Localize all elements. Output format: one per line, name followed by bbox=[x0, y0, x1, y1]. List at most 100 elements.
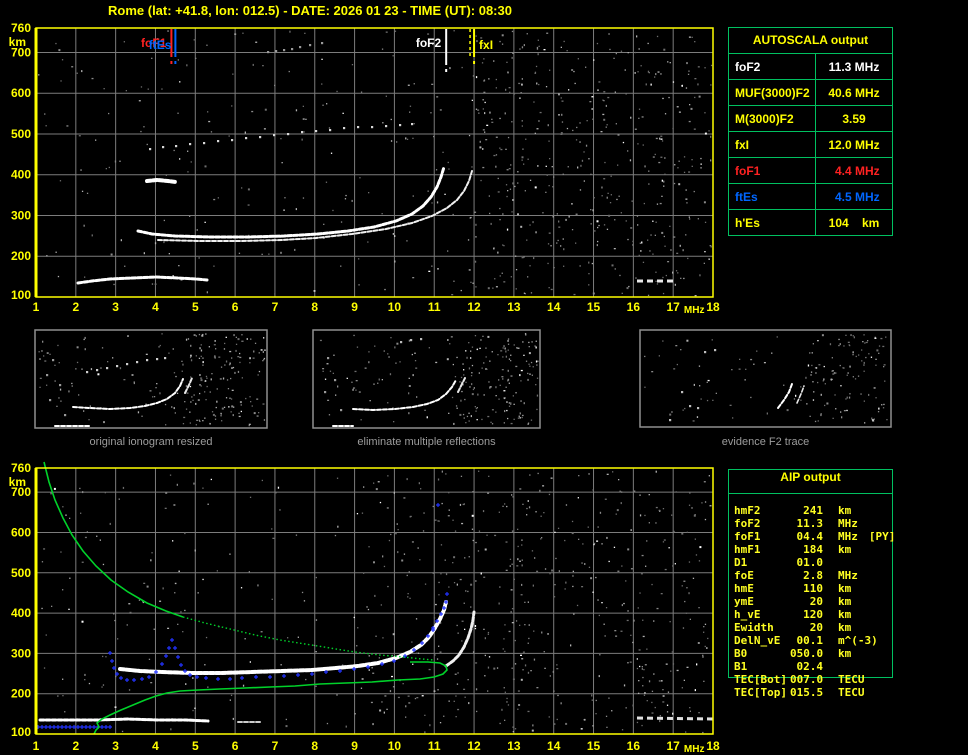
aip-val: 120 bbox=[803, 608, 823, 621]
marker-label-fxI: fxI bbox=[479, 38, 493, 52]
aip-unit bbox=[823, 556, 838, 569]
svg-text:300: 300 bbox=[11, 646, 31, 660]
aip-name: DelN_vE bbox=[734, 634, 781, 647]
svg-text:1: 1 bbox=[33, 739, 40, 753]
aip-name: h_vE bbox=[734, 608, 761, 621]
param-label: fxI bbox=[729, 132, 816, 157]
autoscala-screen: 1 2 3 4 5 6 7 8 9 10 11 12 13 14 15 16 17 18 MHz 760 700 600 5… bbox=[0, 0, 968, 755]
aip-row-hmF1: hmF1 184 km bbox=[734, 543, 904, 556]
svg-text:5: 5 bbox=[192, 739, 199, 753]
aip-name: D1 bbox=[734, 556, 748, 569]
aip-row-B1: B1 02.4 bbox=[734, 660, 904, 673]
aip-note: [PY] bbox=[868, 530, 896, 543]
y-axis-labels: 760700600500400300200100km bbox=[9, 461, 32, 739]
aip-unit: km bbox=[838, 543, 852, 556]
aip-unit: km bbox=[838, 504, 852, 517]
svg-text:5: 5 bbox=[192, 300, 199, 314]
aip-val: 20 bbox=[809, 621, 823, 634]
processing-panel-2 bbox=[639, 329, 892, 428]
svg-text:10: 10 bbox=[388, 739, 402, 753]
aip-row-TEC[Bot]: TEC[Bot] 007.0 TECU bbox=[734, 673, 904, 686]
svg-text:4: 4 bbox=[152, 739, 159, 753]
aip-val: 11.3 bbox=[796, 517, 824, 530]
aip-val: 02.4 bbox=[796, 660, 824, 673]
aip-unit: TECU bbox=[838, 686, 865, 699]
x-axis-labels: 1 2 3 4 5 6 7 8 9 10 11 12 13 14 15 16 17 18MHz bbox=[33, 739, 720, 755]
svg-text:18: 18 bbox=[706, 300, 720, 314]
caption-eliminate-reflections: eliminate multiple reflections bbox=[357, 436, 496, 448]
svg-text:16: 16 bbox=[627, 300, 641, 314]
autoscala-row-M(3000)F2: M(3000)F2 3.59 bbox=[729, 106, 892, 132]
autoscala-row-MUF(3000)F2: MUF(3000)F2 40.6 MHz bbox=[729, 80, 892, 106]
y-axis-labels: 760700600500400300200100km bbox=[9, 21, 32, 302]
top-ionogram: 1 2 3 4 5 6 7 8 9 10 11 12 13 14 15 16 17 18MHz7607006005… bbox=[9, 21, 720, 316]
svg-text:3: 3 bbox=[112, 739, 119, 753]
param-value: 104 km bbox=[828, 215, 880, 230]
aip-unit: km bbox=[838, 621, 852, 634]
param-label: ftEs bbox=[729, 184, 816, 209]
frequency-markers: foF1ftEs foF2 fxI bbox=[141, 29, 493, 72]
aip-row-foF1: foF1 04.4 MHz [PY] bbox=[734, 530, 904, 543]
aip-name: TEC[Top] bbox=[734, 686, 787, 699]
aip-row-ymE: ymE 20 km bbox=[734, 595, 904, 608]
svg-text:4: 4 bbox=[152, 300, 159, 314]
svg-text:13: 13 bbox=[507, 739, 521, 753]
caption-original-ionogram: original ionogram resized bbox=[89, 436, 213, 448]
svg-text:11: 11 bbox=[428, 739, 441, 753]
autoscala-row-fxI: fxI 12.0 MHz bbox=[729, 132, 892, 158]
aip-unit: MHz bbox=[838, 569, 858, 582]
aip-row-TEC[Top]: TEC[Top] 015.5 TECU bbox=[734, 686, 904, 699]
svg-text:km: km bbox=[9, 35, 26, 49]
autoscala-row-h'Es: h'Es 104 km bbox=[729, 210, 892, 235]
aip-val: 00.1 bbox=[796, 634, 824, 647]
param-value: 11.3 MHz bbox=[828, 59, 880, 74]
svg-text:9: 9 bbox=[351, 739, 358, 753]
autoscala-row-ftEs: ftEs 4.5 MHz bbox=[729, 184, 892, 210]
param-value: 40.6 MHz bbox=[828, 85, 880, 100]
aip-row-hmF2: hmF2 241 km bbox=[734, 504, 904, 517]
svg-text:200: 200 bbox=[11, 249, 31, 263]
svg-text:MHz: MHz bbox=[684, 305, 705, 316]
svg-text:MHz: MHz bbox=[684, 744, 705, 755]
aip-row-foF2: foF2 11.3 MHz bbox=[734, 517, 904, 530]
aip-val: 2.8 bbox=[803, 569, 823, 582]
param-label: foF1 bbox=[729, 158, 816, 183]
processing-panel-0 bbox=[34, 329, 268, 429]
aip-val: 241 bbox=[803, 504, 823, 517]
param-label: h'Es bbox=[729, 210, 816, 235]
svg-text:6: 6 bbox=[232, 739, 239, 753]
param-value: 4.4 MHz bbox=[828, 163, 880, 178]
svg-text:2: 2 bbox=[72, 300, 79, 314]
aip-name: B0 bbox=[734, 647, 748, 660]
autoscala-row-foF2: foF2 11.3 MHz bbox=[729, 54, 892, 80]
param-label: MUF(3000)F2 bbox=[729, 80, 816, 105]
autoscala-row-foF1: foF1 4.4 MHz bbox=[729, 158, 892, 184]
param-value: 12.0 MHz bbox=[828, 137, 880, 152]
aip-row-D1: D1 01.0 bbox=[734, 556, 904, 569]
svg-text:500: 500 bbox=[11, 127, 31, 141]
svg-text:760: 760 bbox=[11, 21, 31, 35]
svg-text:500: 500 bbox=[11, 566, 31, 580]
aip-name: TEC[Bot] bbox=[734, 673, 787, 686]
svg-text:17: 17 bbox=[666, 739, 680, 753]
aip-val: 007.0 bbox=[790, 673, 824, 686]
svg-text:400: 400 bbox=[11, 606, 31, 620]
svg-text:11: 11 bbox=[428, 300, 441, 314]
aip-name: foF2 bbox=[734, 517, 761, 530]
aip-unit: m^(-3) bbox=[838, 634, 878, 647]
aip-val: 015.5 bbox=[790, 686, 824, 699]
svg-text:15: 15 bbox=[587, 739, 601, 753]
aip-name: hmE bbox=[734, 582, 754, 595]
aip-unit: km bbox=[838, 647, 852, 660]
aip-name: hmF1 bbox=[734, 543, 761, 556]
svg-text:18: 18 bbox=[706, 739, 720, 753]
x-axis-labels: 1 2 3 4 5 6 7 8 9 10 11 12 13 14 15 16 17 18MHz bbox=[33, 300, 720, 316]
caption-evidence-f2: evidence F2 trace bbox=[721, 436, 810, 448]
ionogram-traces bbox=[76, 42, 676, 285]
aip-unit bbox=[823, 660, 838, 673]
svg-text:600: 600 bbox=[11, 525, 31, 539]
svg-text:600: 600 bbox=[11, 86, 31, 100]
svg-text:12: 12 bbox=[467, 739, 481, 753]
aip-row-B0: B0 050.0 km bbox=[734, 647, 904, 660]
aip-name: ymE bbox=[734, 595, 754, 608]
